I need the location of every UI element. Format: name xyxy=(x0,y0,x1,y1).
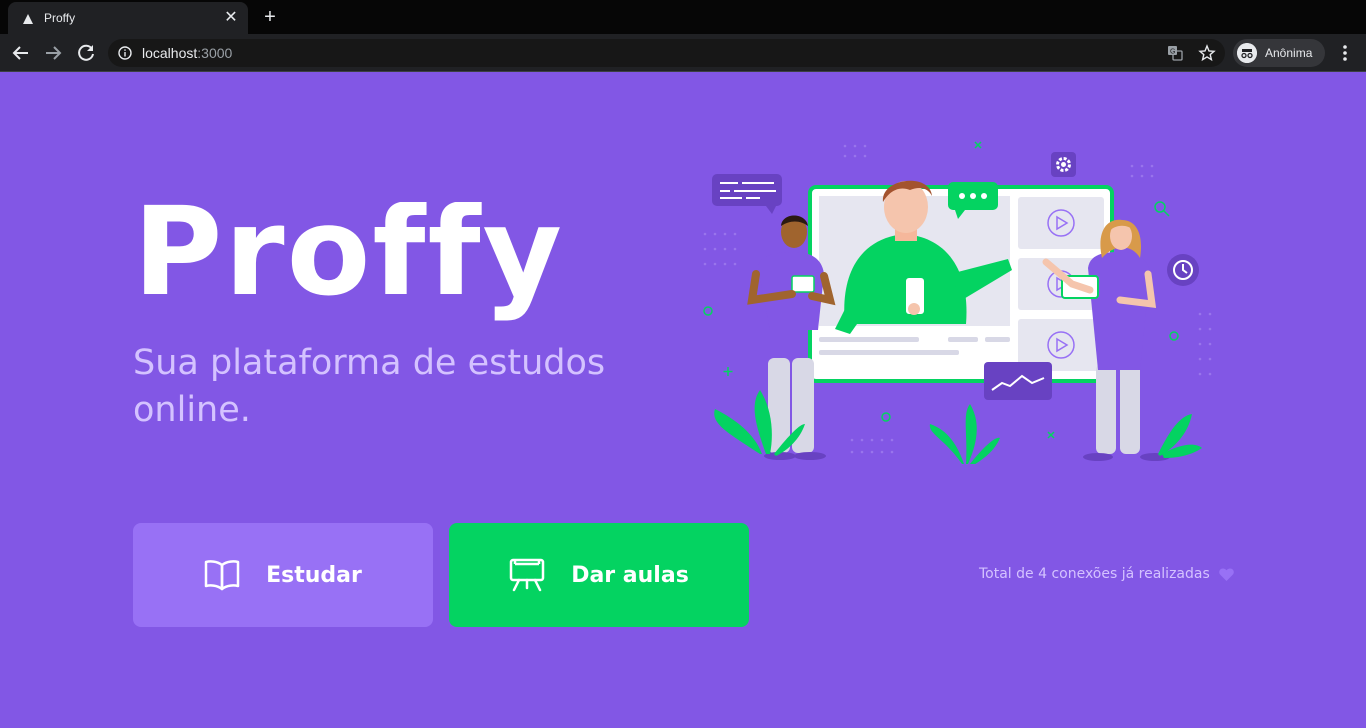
presentation-board-icon xyxy=(509,558,545,592)
landing-page: Proffy Sua plataforma de estudos online. xyxy=(0,72,1366,728)
translate-icon[interactable]: G xyxy=(1166,44,1184,62)
browser-tab[interactable]: Proffy ✕ xyxy=(8,2,248,34)
profile-label: Anônima xyxy=(1265,46,1313,60)
info-icon[interactable] xyxy=(118,46,132,60)
back-arrow-icon[interactable] xyxy=(8,40,34,66)
svg-text:Proffy: Proffy xyxy=(133,202,564,323)
tab-title: Proffy xyxy=(44,11,76,25)
teach-button-label: Dar aulas xyxy=(571,562,689,588)
url-text: localhost:3000 xyxy=(142,45,233,61)
study-button[interactable]: Estudar xyxy=(133,523,433,627)
study-button-label: Estudar xyxy=(266,562,362,588)
teach-button[interactable]: Dar aulas xyxy=(449,523,749,627)
page-subtitle: Sua plataforma de estudos online. xyxy=(133,343,606,430)
total-connections-text: Total de 4 conexões já realizadas xyxy=(979,566,1210,582)
menu-dots-icon[interactable] xyxy=(1336,43,1354,63)
reload-icon[interactable] xyxy=(73,40,99,66)
svg-text:G: G xyxy=(1170,49,1175,56)
browser-toolbar: localhost:3000 G Anônima xyxy=(0,34,1366,72)
favicon-icon xyxy=(23,14,33,24)
tab-close-button[interactable]: ✕ xyxy=(222,9,240,27)
purple-heart-icon xyxy=(1219,568,1234,581)
address-bar[interactable]: localhost:3000 G xyxy=(108,39,1225,67)
forward-arrow-icon[interactable] xyxy=(40,40,66,66)
profile-button[interactable]: Anônima xyxy=(1233,39,1325,67)
proffy-logo: Proffy xyxy=(133,202,564,323)
book-icon xyxy=(204,560,240,591)
star-icon[interactable] xyxy=(1198,44,1216,62)
incognito-icon xyxy=(1237,43,1257,63)
landing-illustration xyxy=(703,141,1212,464)
browser-tab-bar: Proffy ✕ + xyxy=(0,0,1366,34)
new-tab-button[interactable]: + xyxy=(258,6,282,28)
